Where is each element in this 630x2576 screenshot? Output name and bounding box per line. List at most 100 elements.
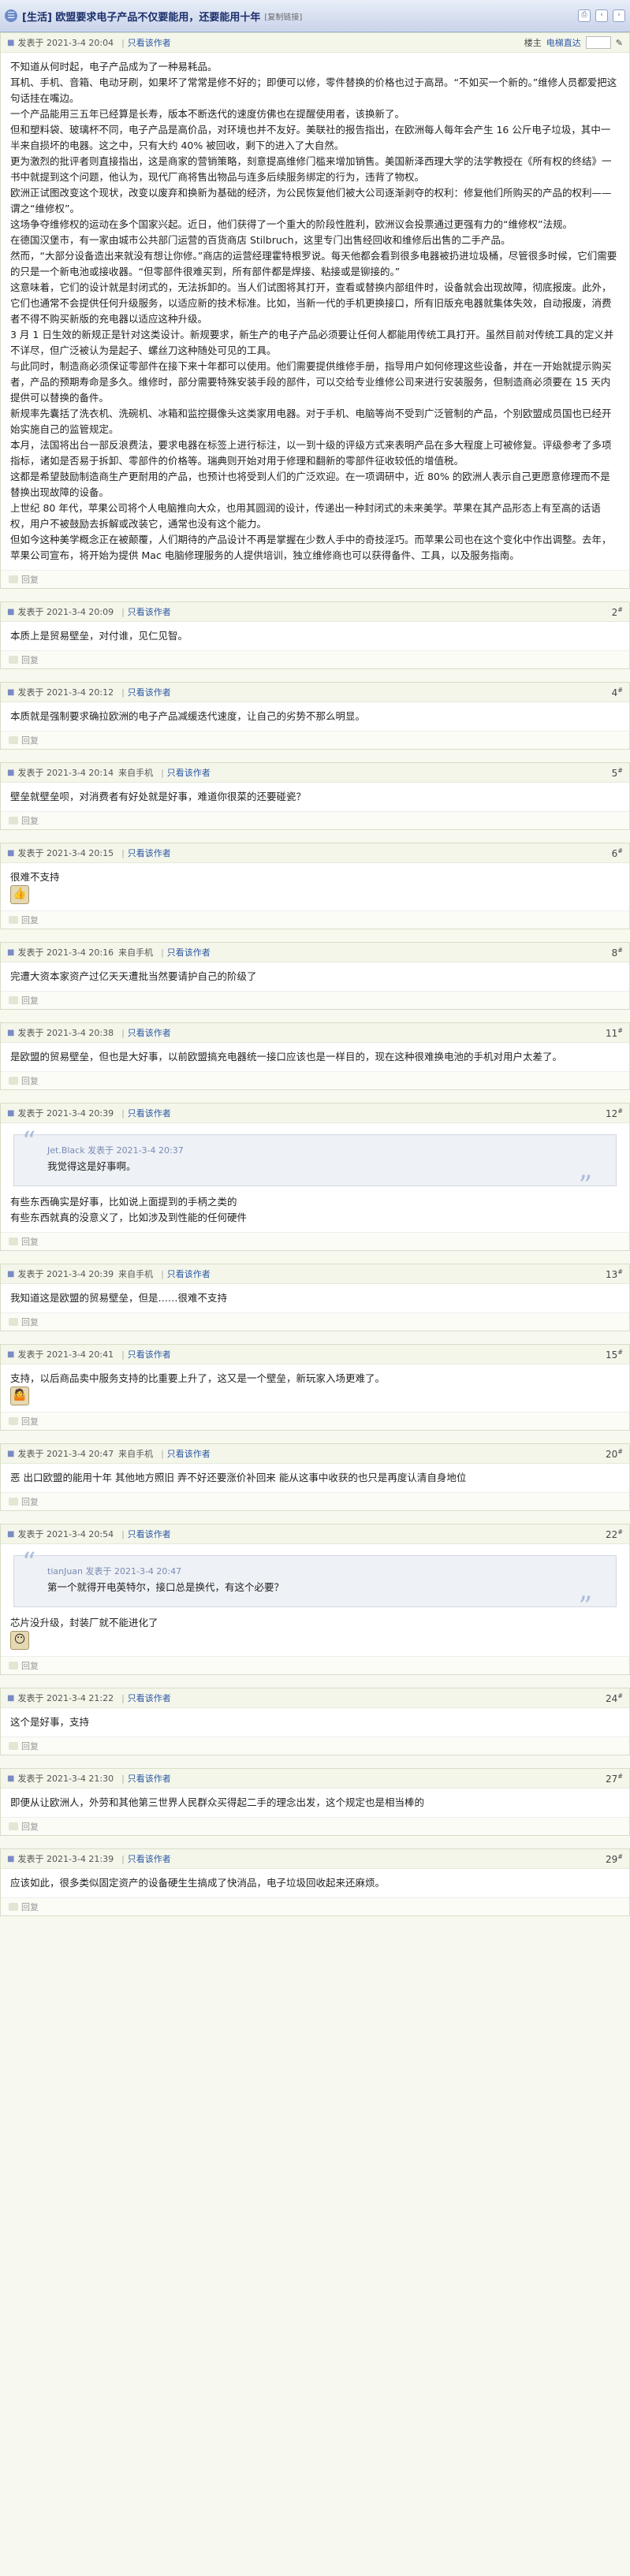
- separator: |: [121, 1773, 125, 1784]
- only-author-link[interactable]: 只看该作者: [128, 36, 171, 49]
- only-author-link[interactable]: 只看该作者: [128, 847, 171, 859]
- reply-button[interactable]: 回复: [9, 1316, 39, 1328]
- post-paragraph: 在德国汉堡市，有一家由城市公共部门运营的百货商店 Stilbruch，这里专门出…: [10, 234, 511, 246]
- reply-icon: [9, 1498, 18, 1506]
- reply-button[interactable]: 回复: [9, 1495, 39, 1508]
- post-paragraph: 这都是希望鼓励制造商生产更耐用的产品，也预计也将受到人们的广泛欢迎。在一项调研中…: [10, 471, 610, 498]
- post-paragraph: 但如今这种美学概念正在被颠覆，人们期待的产品设计不再是掌握在少数人手中的奇技淫巧…: [10, 534, 612, 561]
- post: ■ 发表于 2021-3-4 20:09 | 只看该作者 2# 本质上是贸易壁垒，对付谁，…: [0, 601, 630, 669]
- post-date: 发表于 2021-3-4 20:54: [17, 1529, 114, 1539]
- only-author-link[interactable]: 只看该作者: [128, 1852, 171, 1865]
- reply-button[interactable]: 回复: [9, 914, 39, 926]
- reply-button[interactable]: 回复: [9, 1900, 39, 1913]
- quote-open-icon: “: [22, 1126, 36, 1157]
- reply-button[interactable]: 回复: [9, 1415, 39, 1428]
- floor-number: 8#: [611, 946, 623, 959]
- only-author-link[interactable]: 只看该作者: [128, 1348, 171, 1361]
- separator: |: [121, 1027, 125, 1038]
- post-meta-right: 15#: [606, 1349, 623, 1361]
- copy-link[interactable]: [复制链接]: [264, 10, 302, 22]
- only-author-link[interactable]: 只看该作者: [128, 1692, 171, 1704]
- reply-label: 回复: [21, 816, 39, 826]
- only-author-link[interactable]: 只看该作者: [128, 686, 171, 698]
- reply-icon: [9, 1238, 18, 1245]
- post-meta-right: 13#: [606, 1268, 623, 1280]
- post: ■ 发表于 2021-3-4 20:54 | 只看该作者 22# “ tianJuan 发表…: [0, 1524, 630, 1675]
- reply-icon: [9, 1318, 18, 1326]
- floor-number: 20#: [606, 1447, 623, 1460]
- floor-sign: #: [617, 766, 623, 774]
- print-icon[interactable]: ⎙: [578, 9, 591, 22]
- only-author-link[interactable]: 只看该作者: [128, 1528, 171, 1540]
- user-icon: ■: [7, 848, 15, 858]
- reply-button[interactable]: 回复: [9, 734, 39, 746]
- post-body: 应该如此，很多类似固定资产的设备硬生生搞成了快消品，电子垃圾回收起来还麻烦。: [1, 1869, 629, 1897]
- separator: |: [121, 37, 125, 48]
- next-icon[interactable]: ›: [613, 9, 625, 22]
- post-meta: ■ 发表于 2021-3-4 20:09 | 只看该作者 2#: [1, 602, 629, 622]
- floor-input[interactable]: [585, 36, 611, 49]
- post-date: 发表于 2021-3-4 20:41: [17, 1349, 114, 1360]
- reply-button[interactable]: 回复: [9, 1235, 39, 1248]
- post-body: “ tianJuan 发表于 2021-3-4 20:47 第一个就得开电英特尔，接…: [1, 1544, 629, 1656]
- only-author-link[interactable]: 只看该作者: [167, 766, 211, 779]
- post-date: 发表于 2021-3-4 20:15: [17, 848, 114, 858]
- post-footer: 回复: [1, 1737, 629, 1755]
- floor-number: 22#: [606, 1528, 623, 1540]
- post-paragraph: 这个是好事，支持: [10, 1716, 90, 1728]
- elevator-link[interactable]: 电梯直达: [546, 36, 581, 49]
- reply-button[interactable]: 回复: [9, 573, 39, 586]
- separator: |: [121, 606, 125, 617]
- post-footer: 回复: [1, 1412, 629, 1430]
- quote-author[interactable]: tianJuan 发表于 2021-3-4 20:47: [47, 1564, 561, 1580]
- reply-button[interactable]: 回复: [9, 1659, 39, 1672]
- reply-button[interactable]: 回复: [9, 814, 39, 827]
- post: ■ 发表于 2021-3-4 20:04 | 只看该作者 楼主 电梯直达 ✎ 不知道从何时起，…: [0, 32, 630, 589]
- reply-icon: [9, 1417, 18, 1425]
- post-paragraph: 然而，“大部分设备造出来就没有想让你修。”商店的运营经理霍特根罗说。每天他都会看…: [10, 250, 617, 277]
- thread-header: ☰ [生活] 欧盟要求电子产品不仅要能用，还要能用十年 [复制链接] ⎙ ‹ ›: [0, 0, 630, 32]
- user-icon: ■: [7, 1693, 15, 1703]
- reply-label: 回复: [21, 1822, 39, 1832]
- post-paragraph: 这场争夺维修权的运动在多个国家兴起。近日，他们获得了一个重大的阶段性胜利，欧洲议…: [10, 218, 572, 230]
- post-paragraph: 完遭大资本家资产过亿天天遭批当然要请护自己的阶级了: [10, 970, 257, 982]
- prev-icon[interactable]: ‹: [595, 9, 608, 22]
- reply-button[interactable]: 回复: [9, 994, 39, 1007]
- reply-button[interactable]: 回复: [9, 1074, 39, 1087]
- only-author-link[interactable]: 只看该作者: [128, 1026, 171, 1039]
- emoji-icon: 😶: [10, 1631, 29, 1650]
- floor-number: 27#: [606, 1772, 623, 1785]
- floor-number: 5#: [611, 766, 623, 779]
- only-author-link[interactable]: 只看该作者: [167, 1268, 211, 1280]
- only-author-link[interactable]: 只看该作者: [128, 1107, 171, 1119]
- reply-icon: [9, 1822, 18, 1830]
- post-meta-right: 29#: [606, 1853, 623, 1865]
- post: ■ 发表于 2021-3-4 20:14 来自手机 | 只看该作者 5# 壁垒就壁垒呗，对消…: [0, 762, 630, 830]
- post-meta: ■ 发表于 2021-3-4 20:15 | 只看该作者 6#: [1, 843, 629, 863]
- post-meta-right: 27#: [606, 1773, 623, 1785]
- emoji-icon: 👍: [10, 885, 29, 904]
- quote-author[interactable]: Jet.Black 发表于 2021-3-4 20:37: [47, 1143, 561, 1159]
- floor-sign: #: [617, 1528, 623, 1536]
- reply-button[interactable]: 回复: [9, 1740, 39, 1752]
- only-author-link[interactable]: 只看该作者: [167, 946, 211, 959]
- only-author-link[interactable]: 只看该作者: [128, 605, 171, 618]
- reply-button[interactable]: 回复: [9, 1820, 39, 1833]
- post-footer: 回复: [1, 570, 629, 588]
- only-author-link[interactable]: 只看该作者: [128, 1772, 171, 1785]
- separator: |: [121, 847, 125, 858]
- floor-sign: #: [617, 1026, 623, 1034]
- post-gap: [0, 1431, 630, 1443]
- post-meta: ■ 发表于 2021-3-4 20:14 来自手机 | 只看该作者 5#: [1, 763, 629, 783]
- only-author-link[interactable]: 只看该作者: [167, 1447, 211, 1460]
- reply-label: 回复: [21, 735, 39, 746]
- pen-icon[interactable]: ✎: [616, 38, 623, 48]
- reply-button[interactable]: 回复: [9, 653, 39, 666]
- post-date: 发表于 2021-3-4 21:22: [17, 1693, 114, 1703]
- post-meta-right: 2#: [612, 606, 623, 618]
- user-icon: ■: [7, 1028, 15, 1037]
- reply-label: 回复: [21, 575, 39, 585]
- user-icon: ■: [7, 1108, 15, 1118]
- post-paragraph: 更为激烈的批评者则直接指出，这是商家的营销策略，刻意提高维修门槛来增加销售。美国…: [10, 155, 612, 183]
- separator: |: [161, 767, 164, 778]
